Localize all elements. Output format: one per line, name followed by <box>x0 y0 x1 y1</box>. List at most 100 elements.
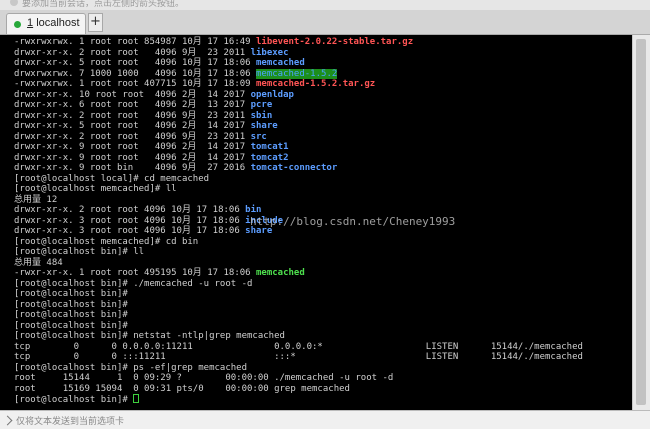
terminal-text-segment: drwxr-xr-x. 2 root root 4096 9月 23 2011 <box>14 131 251 142</box>
terminal-line: drwxr-xr-x. 10 root root 4096 2月 14 2017… <box>14 90 583 101</box>
terminal-text-segment: drwxr-xr-x. 3 root root 4096 10月 17 18:0… <box>14 226 246 236</box>
terminal-text-segment: drwxr-xr-x. 9 root root 4096 2月 14 2017 <box>14 142 251 152</box>
terminal-line: [root@localhost bin]# ll <box>14 247 583 258</box>
terminal-text-segment: [root@localhost bin]# ./memcached -u roo… <box>14 278 253 289</box>
terminal-line: drwxr-xr-x. 2 root root 4096 10月 17 18:0… <box>14 205 583 216</box>
terminal-text-segment: [root@localhost memcached]# ll <box>14 184 177 194</box>
terminal-text-segment: root 15169 15094 0 09:31 pts/0 00:00:00 … <box>14 383 350 394</box>
terminal-line: [root@localhost local]# cd memcached <box>14 174 583 185</box>
terminal-line: [root@localhost bin]# netstat -ntlp|grep… <box>14 331 583 342</box>
terminal-line: -rwxrwxrwx. 1 root root 407715 10月 17 18… <box>14 79 583 90</box>
terminal-text-segment: drwxr-xr-x. 2 root root 4096 10月 17 18:0… <box>14 205 246 215</box>
terminal-line: drwxr-xr-x. 2 root root 4096 9月 23 2011 … <box>14 111 583 122</box>
connection-status-icon <box>14 21 21 28</box>
tab-localhost[interactable]: 1 localhost <box>6 13 86 34</box>
tab-label: localhost <box>36 17 80 29</box>
terminal-line: drwxr-xr-x. 5 root root 4096 2月 14 2017 … <box>14 121 583 132</box>
terminal-text-segment: share <box>250 121 278 131</box>
terminal-text-segment: tcp 0 0 0.0.0.0:11211 0.0.0.0:* LISTEN 1… <box>14 341 583 352</box>
terminal-output[interactable]: -rwxrwxrwx. 1 root root 854987 10月 17 16… <box>0 35 632 410</box>
text-cursor <box>133 394 140 403</box>
terminal-text-segment: root 15144 1 0 09:29 ? 00:00:00 ./memcac… <box>14 373 394 383</box>
terminal-line: drwxr-xr-x. 2 root root 4096 9月 23 2011 … <box>14 48 583 59</box>
terminal-text-segment: [root@localhost bin]# ll <box>14 247 145 257</box>
terminal-line: 总用量 484 <box>14 258 583 269</box>
terminal-line: [root@localhost bin]# <box>14 289 583 300</box>
terminal-text-segment: bin <box>245 205 262 215</box>
terminal-text-segment: memcached <box>256 268 305 278</box>
terminal-text-segment: drwxr-xr-x. 2 root root 4096 9月 23 2011 <box>14 47 251 58</box>
terminal-text-segment: tomcat2 <box>250 152 289 163</box>
terminal-line: [root@localhost memcached]# ll <box>14 184 583 195</box>
chevron-right-icon <box>2 415 13 426</box>
tab-number: 1 <box>27 17 34 29</box>
terminal-text-segment: -rwxrwxrwx. 1 root root 407715 10月 17 18… <box>14 79 256 89</box>
terminal-text-segment: drwxr-xr-x. 10 root root 4096 2月 14 2017 <box>14 89 251 100</box>
terminal-text-segment: [root@localhost bin]# <box>14 289 128 299</box>
terminal-text-segment: sbin <box>250 110 273 121</box>
watermark: http://blog.csdn.net/Cheney1993 <box>250 215 456 228</box>
terminal-text-segment: drwxr-xr-x. 3 root root 4096 10月 17 18:0… <box>14 215 246 226</box>
send-input-placeholder: 仅将文本发送到当前选项卡 <box>16 417 125 427</box>
terminal-line: root 15144 1 0 09:29 ? 00:00:00 ./memcac… <box>14 373 583 384</box>
terminal-text-segment: pcre <box>250 100 273 110</box>
terminal-scrollbar[interactable] <box>632 35 650 410</box>
terminal-line: -rwxr-xr-x. 1 root root 495195 10月 17 18… <box>14 268 583 279</box>
terminal-text-segment: [root@localhost bin]# <box>14 310 128 320</box>
session-hint-text: 要添加当前会话，点击左侧的箭头按钮。 <box>22 0 185 9</box>
terminal-line: tcp 0 0 0.0.0.0:11211 0.0.0.0:* LISTEN 1… <box>14 342 583 353</box>
terminal-text-segment: [root@localhost bin]# netstat -ntlp|grep… <box>14 331 285 341</box>
terminal-text-segment: drwxr-xr-x. 2 root root 4096 9月 23 2011 <box>14 110 251 121</box>
terminal-line: [root@localhost memcached]# cd bin <box>14 237 583 248</box>
terminal-text-segment: 总用量 12 <box>14 194 58 205</box>
terminal-line: root 15169 15094 0 09:31 pts/0 00:00:00 … <box>14 384 583 395</box>
scrollbar-thumb[interactable] <box>636 39 646 405</box>
terminal-text-segment: drwxr-xr-x. 9 root root 4096 2月 14 2017 <box>14 152 251 163</box>
terminal-text-segment: src <box>250 131 267 142</box>
terminal-text-segment: drwxr-xr-x. 5 root root 4096 2月 14 2017 <box>14 121 251 131</box>
new-tab-button[interactable]: + <box>88 13 103 32</box>
terminal-line: tcp 0 0 :::11211 :::* LISTEN 15144/./mem… <box>14 352 583 363</box>
terminal-line: -rwxrwxrwx. 1 root root 854987 10月 17 16… <box>14 37 583 48</box>
terminal-text-segment: [root@localhost bin]# <box>14 320 128 331</box>
terminal-line: [root@localhost bin]# ./memcached -u roo… <box>14 279 583 290</box>
terminal-text-segment: memcached <box>256 58 305 68</box>
terminal-text-segment: [root@localhost memcached]# cd bin <box>14 236 199 247</box>
terminal-text-segment: drwxr-xr-x. 5 root root 4096 10月 17 18:0… <box>14 58 256 68</box>
terminal-line: 总用量 12 <box>14 195 583 206</box>
terminal-line: drwxr-xr-x. 5 root root 4096 10月 17 18:0… <box>14 58 583 69</box>
terminal-text-segment: memcached-1.5.2 <box>256 68 338 79</box>
terminal-line: drwxr-xr-x. 6 root root 4096 2月 13 2017 … <box>14 100 583 111</box>
terminal-text-segment: 总用量 484 <box>14 257 63 268</box>
terminal-text-segment: -rwxr-xr-x. 1 root root 495195 10月 17 18… <box>14 268 256 278</box>
terminal-text-segment: tomcat-connector <box>250 163 338 173</box>
terminal-text-segment: [root@localhost local]# cd memcached <box>14 173 210 184</box>
terminal-line: [root@localhost bin]# ps -ef|grep memcac… <box>14 363 583 374</box>
terminal-text-segment: drwxr-xr-x. 9 root bin 4096 9月 27 2016 <box>14 163 251 173</box>
terminal-line: drwxr-xr-x. 9 root bin 4096 9月 27 2016 t… <box>14 163 583 174</box>
terminal-line: drwxr-xr-x. 9 root root 4096 2月 14 2017 … <box>14 153 583 164</box>
send-to-tab-bar[interactable]: 仅将文本发送到当前选项卡 <box>0 410 650 429</box>
terminal-line: [root@localhost bin]# <box>14 321 583 332</box>
terminal-text-segment: tcp 0 0 :::11211 :::* LISTEN 15144/./mem… <box>14 352 583 362</box>
add-session-arrow-icon[interactable] <box>10 0 18 6</box>
terminal-text-segment: [root@localhost bin]# <box>14 395 134 405</box>
terminal-app-window: 要添加当前会话，点击左侧的箭头按钮。 1 localhost + -rwxrwx… <box>0 0 650 429</box>
session-hint-bar: 要添加当前会话，点击左侧的箭头按钮。 <box>0 0 650 10</box>
terminal-text-segment: tomcat1 <box>250 142 289 152</box>
tab-bar: 1 localhost + <box>0 10 650 35</box>
terminal-text-segment: openldap <box>250 89 294 100</box>
terminal-text-segment: [root@localhost bin]# ps -ef|grep memcac… <box>14 362 247 373</box>
terminal-text-segment: drwxr-xr-x. 6 root root 4096 2月 13 2017 <box>14 100 251 110</box>
terminal-text-segment: libevent-2.0.22-stable.tar.gz <box>256 37 414 47</box>
terminal-text-segment: -rwxrwxrwx. 1 root root 854987 10月 17 16… <box>14 37 256 47</box>
terminal-line: [root@localhost bin]# <box>14 394 583 405</box>
terminal-line: drwxrwxrwx. 7 1000 1000 4096 10月 17 18:0… <box>14 68 583 80</box>
terminal-line: drwxr-xr-x. 2 root root 4096 9月 23 2011 … <box>14 132 583 143</box>
terminal-text-segment: drwxrwxrwx. 7 1000 1000 4096 10月 17 18:0… <box>14 68 256 79</box>
terminal-line: drwxr-xr-x. 9 root root 4096 2月 14 2017 … <box>14 142 583 153</box>
terminal-line: [root@localhost bin]# <box>14 310 583 321</box>
terminal-text-segment: memcached-1.5.2.tar.gz <box>256 79 376 89</box>
terminal-text-segment: libexec <box>250 47 289 58</box>
terminal-line: [root@localhost bin]# <box>14 300 583 311</box>
